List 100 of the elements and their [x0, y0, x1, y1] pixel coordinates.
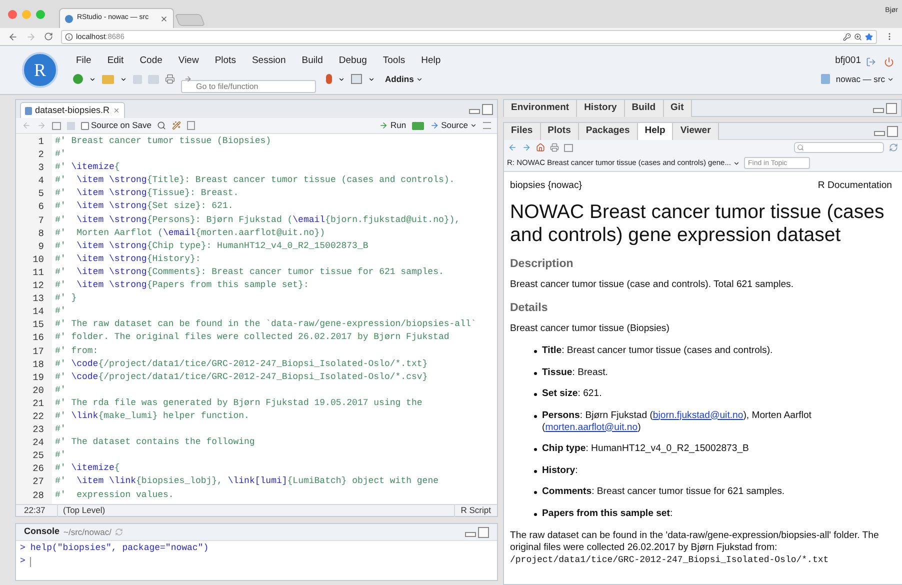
pane-tab[interactable]: Files — [504, 123, 541, 140]
menu-item[interactable]: Plots — [206, 54, 244, 69]
menu-item[interactable]: Session — [244, 54, 294, 69]
email-link[interactable]: morten.aarflot@uit.no — [545, 422, 638, 432]
file-type-selector[interactable]: R Script — [454, 504, 497, 517]
code-line: #' \item \strong{History}: — [55, 252, 201, 266]
refresh-icon[interactable] — [889, 143, 898, 152]
help-title: NOWAC Breast cancer tumor tissue (cases and controls) gene expression dataset — [510, 201, 886, 247]
caret-icon[interactable] — [89, 76, 96, 83]
run-button[interactable]: Run — [379, 119, 406, 132]
menu-item[interactable]: Edit — [99, 54, 132, 69]
code-line: #' \item \strong{Title}: Breast cancer tumor tissue (cases and controls). — [55, 174, 455, 188]
forward-icon[interactable] — [522, 143, 531, 152]
go-to-file-field[interactable]: Go to file/function — [181, 80, 316, 93]
code-line: #' Morten Aarflot (\email{morten.aarflot@uit.no}) — [55, 226, 326, 240]
code-line: #' — [55, 305, 66, 318]
line-number: 28 — [32, 488, 44, 502]
reload-icon[interactable] — [44, 32, 53, 41]
line-number: 14 — [32, 305, 44, 318]
documentation-label: R Documentation — [818, 180, 892, 192]
pane-tab[interactable]: Viewer — [673, 123, 719, 140]
file-tab[interactable]: dataset-biopsies.R — [20, 102, 125, 118]
code-line: #' \code{/project/data1/tice/GRC-2012-247_Biopsi_Isolated-Oslo/*.csv} — [55, 370, 428, 384]
pane-tab[interactable]: Git — [664, 100, 692, 117]
code-line: #' Breast cancer tumor tissue (Biopsies) — [55, 135, 272, 148]
back-icon[interactable] — [8, 32, 18, 42]
arrow-icon — [430, 121, 440, 130]
forward-icon[interactable] — [26, 32, 36, 42]
back-icon[interactable] — [508, 143, 517, 152]
menu-item[interactable]: Help — [413, 54, 449, 69]
user-name: bfj001 — [835, 54, 861, 68]
pane-tab[interactable]: Environment — [504, 100, 578, 117]
text-cursor — [30, 556, 32, 566]
wand-icon[interactable] — [172, 121, 182, 130]
bullet-icon — [534, 448, 537, 451]
arrow-icon[interactable] — [115, 528, 124, 536]
search-icon[interactable] — [157, 121, 166, 130]
project-menu[interactable]: nowac — src — [836, 72, 894, 86]
pane-min-max-icon[interactable] — [873, 102, 897, 114]
line-number: 16 — [32, 331, 44, 344]
bullet-icon — [534, 372, 537, 374]
line-number: 25 — [32, 449, 44, 462]
checkbox[interactable] — [81, 122, 89, 130]
key-icon[interactable] — [843, 32, 851, 40]
app-logo: R — [22, 52, 58, 88]
favicon-icon — [65, 14, 73, 22]
code-line: #' expression values. — [55, 488, 174, 502]
code-line: #' — [55, 423, 66, 436]
search-icon — [797, 144, 804, 151]
email-link[interactable]: bjorn.fjukstad@uit.no — [652, 410, 744, 420]
help-search-field[interactable] — [794, 142, 884, 153]
pane-tab[interactable]: Plots — [540, 123, 579, 140]
window-maximize-icon[interactable] — [36, 10, 45, 18]
detail-text: History: — [542, 464, 578, 476]
line-number: 19 — [32, 370, 44, 384]
close-icon[interactable] — [160, 14, 168, 22]
scope-selector[interactable]: (Top Level) — [58, 504, 454, 517]
menu-item[interactable]: Build — [294, 54, 331, 69]
pane-tab[interactable]: Packages — [578, 123, 638, 140]
code-line: #' \item \strong{Comments}: Breast cancer tumor tissue for 621 samples. — [55, 266, 444, 279]
code-line: #' \item \strong{Papers from this sample set}: — [55, 279, 309, 292]
close-icon[interactable] — [112, 107, 120, 114]
line-number: 11 — [32, 266, 44, 280]
menu-item[interactable]: Debug — [330, 54, 375, 69]
line-number: 18 — [32, 358, 44, 371]
caret-icon[interactable] — [338, 76, 345, 83]
code-line: #' \item \link{biopsies_lobj}, \link[lumi]{LumiBatch} object with gene — [55, 475, 439, 488]
home-icon[interactable] — [536, 143, 545, 152]
console-prompt: > — [20, 542, 26, 555]
pane-tab[interactable]: Build — [624, 100, 664, 117]
line-number: 8 — [38, 226, 44, 240]
caret-icon[interactable] — [368, 76, 375, 83]
print-icon[interactable] — [550, 143, 559, 152]
print-icon[interactable] — [165, 74, 175, 84]
pane-tab[interactable]: Help — [638, 123, 674, 140]
bullet-icon — [534, 470, 537, 472]
caret-icon[interactable] — [120, 76, 127, 83]
bullet-icon — [534, 393, 537, 396]
menu-item[interactable]: Tools — [374, 54, 414, 69]
pane-min-max-icon[interactable] — [874, 126, 898, 136]
addins-button[interactable]: Addins — [385, 72, 423, 86]
menu-item[interactable]: Code — [132, 54, 170, 69]
arrow-icon — [184, 75, 192, 84]
line-number: 9 — [38, 240, 44, 253]
menu-item[interactable]: File — [68, 54, 100, 69]
line-number: 27 — [32, 475, 44, 489]
pane-min-max-icon[interactable] — [465, 526, 489, 538]
star-icon[interactable] — [865, 32, 873, 40]
pane-tab[interactable]: History — [577, 100, 625, 117]
forward-icon[interactable] — [37, 121, 46, 130]
source-button[interactable]: Source — [430, 119, 477, 132]
menu-item[interactable]: View — [170, 54, 207, 69]
lines-icon[interactable] — [483, 122, 491, 129]
power-icon[interactable] — [884, 56, 894, 66]
line-number: 23 — [32, 423, 44, 436]
pane-min-max-icon[interactable] — [469, 104, 493, 114]
sign-out-icon[interactable] — [866, 56, 876, 66]
detail-text: Persons: Bjørn Fjukstad (bjorn.fjukstad@uit.no), Morten Aarflot (morten.aarflot@uit.no) — [542, 410, 812, 434]
zoom-icon[interactable] — [854, 32, 862, 40]
window-close-icon[interactable] — [8, 10, 17, 18]
